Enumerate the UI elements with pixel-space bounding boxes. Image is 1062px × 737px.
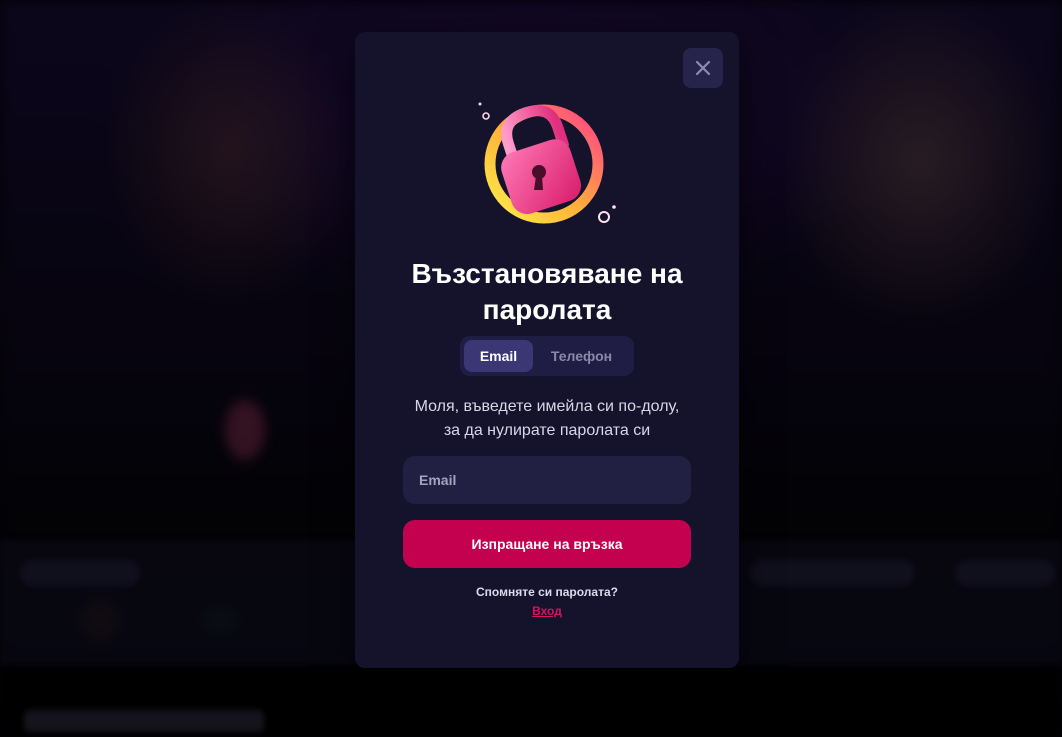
login-link[interactable]: Вход — [532, 604, 562, 618]
login-link-wrapper: Вход — [355, 604, 739, 618]
reset-method-tabs: Email Телефон — [460, 336, 634, 376]
instruction-line-1: Моля, въведете имейла си по-долу, — [414, 398, 680, 415]
tab-email[interactable]: Email — [464, 340, 533, 372]
reset-password-modal: Възстановяване на паролата Email Телефон… — [355, 32, 739, 668]
tab-phone[interactable]: Телефон — [533, 340, 630, 372]
instruction-text: Моля, въведете имейла си по-долу, за да … — [355, 395, 739, 443]
email-field[interactable] — [403, 456, 691, 504]
padlock-icon — [478, 102, 616, 224]
instruction-line-2: за да нулирате паролата си — [443, 422, 651, 439]
send-link-button[interactable]: Изпращане на връзка — [403, 520, 691, 568]
page-title: Възстановяване на паролата — [411, 258, 683, 325]
remember-password-text: Спомняте си паролата? — [476, 585, 618, 599]
close-button[interactable] — [683, 48, 723, 88]
close-icon — [695, 60, 711, 76]
